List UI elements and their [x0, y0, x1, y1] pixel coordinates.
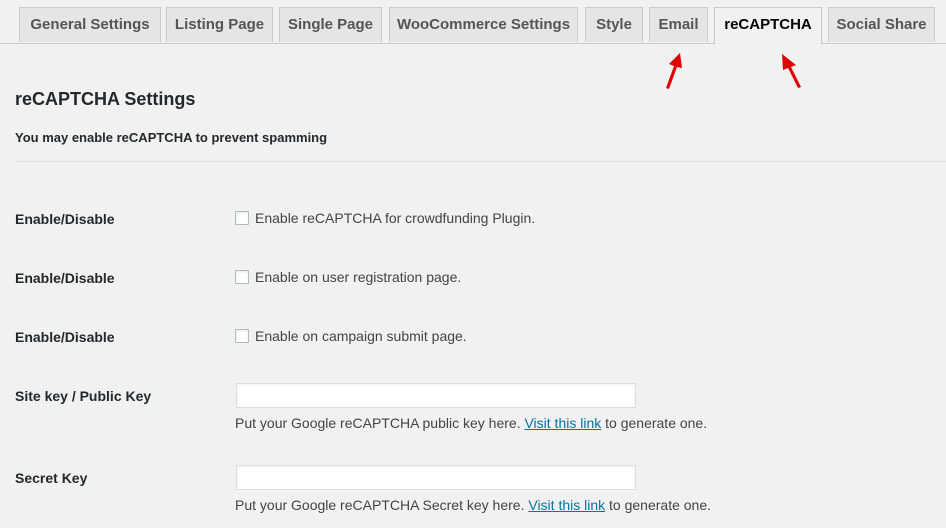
enable-campaign-label: Enable/Disable: [15, 329, 115, 345]
site-key-visit-link[interactable]: Visit this link: [524, 415, 601, 431]
divider: [15, 161, 946, 162]
enable-recaptcha-checkbox[interactable]: [235, 211, 249, 225]
site-key-help: Put your Google reCAPTCHA public key her…: [235, 415, 707, 431]
settings-tab-bar: General Settings Listing Page Single Pag…: [0, 0, 946, 44]
site-key-label: Site key / Public Key: [15, 388, 152, 404]
enable-campaign-text: Enable on campaign submit page.: [255, 328, 467, 344]
tab-woocommerce-settings[interactable]: WooCommerce Settings: [389, 7, 578, 42]
annotation-arrow-icon: [782, 54, 801, 88]
secret-key-input[interactable]: [236, 465, 636, 490]
site-key-help-text: Put your Google reCAPTCHA public key her…: [235, 415, 525, 431]
tab-social-share[interactable]: Social Share: [828, 7, 935, 42]
site-key-help-suffix: to generate one.: [601, 415, 708, 431]
secret-key-help: Put your Google reCAPTCHA Secret key her…: [235, 497, 711, 513]
secret-key-help-suffix: to generate one.: [605, 497, 712, 513]
enable-registration-text: Enable on user registration page.: [255, 269, 462, 285]
enable-recaptcha-text: Enable reCAPTCHA for crowdfunding Plugin…: [255, 210, 536, 226]
tab-recaptcha[interactable]: reCAPTCHA: [714, 7, 822, 44]
secret-key-label: Secret Key: [15, 470, 88, 486]
annotation-arrow-icon: [666, 53, 682, 89]
tab-listing-page[interactable]: Listing Page: [166, 7, 273, 42]
tab-style[interactable]: Style: [585, 7, 643, 42]
enable-recaptcha-option[interactable]: Enable reCAPTCHA for crowdfunding Plugin…: [235, 210, 535, 226]
section-description: You may enable reCAPTCHA to prevent spam…: [15, 130, 328, 145]
tab-single-page[interactable]: Single Page: [279, 7, 382, 42]
page-title: reCAPTCHA Settings: [15, 89, 196, 109]
secret-key-help-text: Put your Google reCAPTCHA Secret key her…: [235, 497, 529, 513]
site-key-input[interactable]: [236, 383, 636, 408]
enable-registration-label: Enable/Disable: [15, 270, 115, 286]
tab-general-settings[interactable]: General Settings: [19, 7, 161, 42]
enable-recaptcha-label: Enable/Disable: [15, 211, 115, 227]
tab-email[interactable]: Email: [649, 7, 708, 42]
secret-key-visit-link[interactable]: Visit this link: [528, 497, 605, 513]
enable-registration-option[interactable]: Enable on user registration page.: [235, 269, 461, 285]
enable-campaign-option[interactable]: Enable on campaign submit page.: [235, 328, 467, 344]
enable-registration-checkbox[interactable]: [235, 270, 249, 284]
enable-campaign-checkbox[interactable]: [235, 329, 249, 343]
